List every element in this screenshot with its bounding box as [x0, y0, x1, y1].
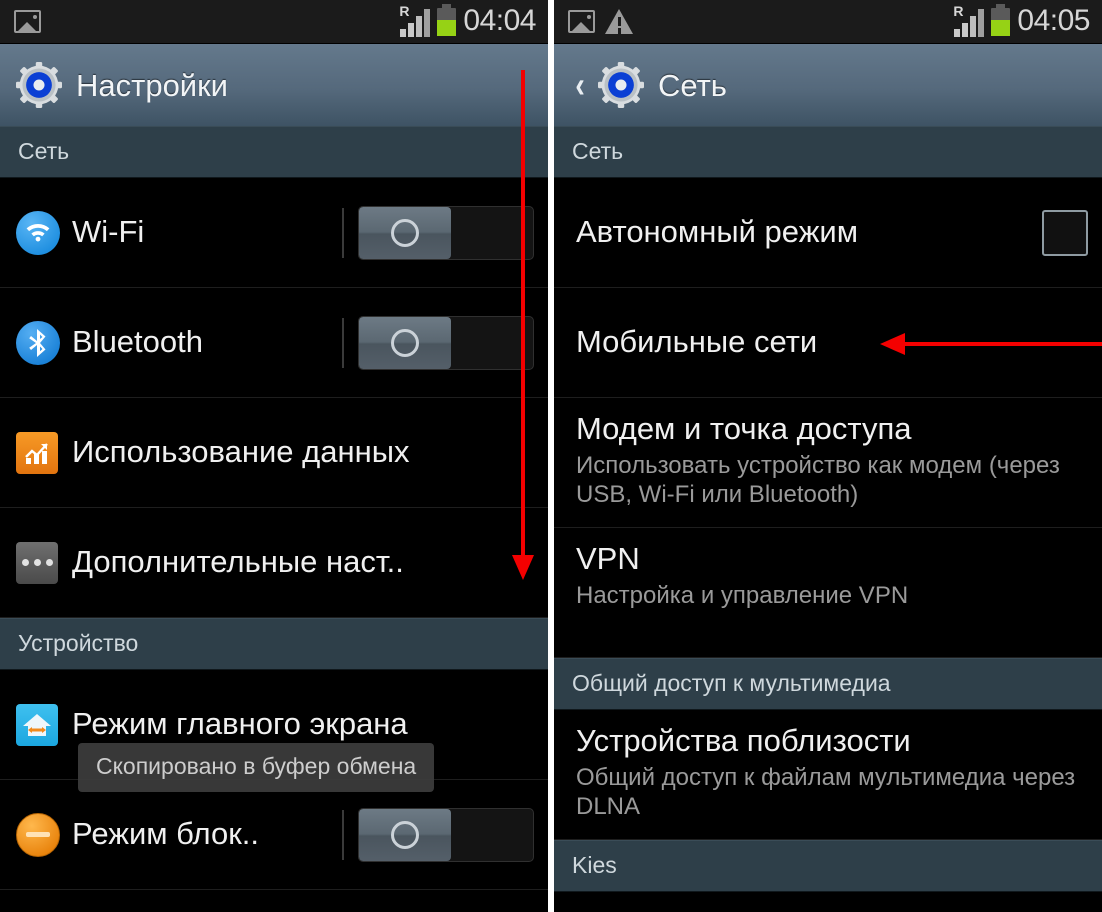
right-status-bar: R 04:05 — [554, 0, 1102, 44]
list-item-nearby-devices[interactable]: Устройства поблизости Общий доступ к фай… — [554, 710, 1102, 840]
bluetooth-icon — [16, 320, 60, 365]
more-settings-icon — [16, 541, 58, 584]
right-settings-list: Сеть Автономный режим Мобильные сети Мод… — [554, 126, 1102, 892]
toggle-switch[interactable] — [358, 205, 534, 260]
right-status-system-icons: R 04:05 — [953, 2, 1090, 38]
section-header-media-share: Общий доступ к мультимедиа — [554, 658, 1102, 710]
list-item-title: Модем и точка доступа — [576, 411, 912, 446]
settings-gear-icon — [16, 62, 62, 108]
image-icon — [14, 10, 41, 33]
image-icon — [568, 10, 595, 33]
roaming-label: R — [399, 2, 410, 19]
list-item-title: Использование данных — [72, 434, 410, 470]
left-status-bar: R 04:04 — [0, 0, 548, 44]
section-header-network: Сеть — [0, 126, 548, 178]
blocking-mode-toggle[interactable] — [342, 807, 534, 862]
status-clock: 04:05 — [1017, 3, 1090, 37]
list-item-data-usage[interactable]: Использование данных — [0, 398, 548, 508]
list-item-title: Режим главного экрана — [72, 706, 408, 742]
toggle-divider — [342, 317, 344, 368]
list-item-title: Bluetooth — [72, 324, 203, 360]
list-item-title: Автономный режим — [576, 214, 859, 250]
list-item-title: Wi-Fi — [72, 214, 145, 250]
back-chevron-icon[interactable]: ‹ — [575, 67, 585, 103]
blocking-mode-icon — [16, 812, 60, 857]
list-item-subtitle: Общий доступ к файлам мультимедиа через … — [576, 763, 1076, 820]
left-action-bar: Настройки — [0, 44, 548, 126]
toggle-divider — [342, 207, 344, 258]
warning-icon — [605, 9, 633, 34]
home-screen-icon — [16, 703, 58, 746]
status-clock: 04:04 — [463, 3, 536, 37]
settings-gear-icon — [598, 62, 644, 108]
battery-icon — [437, 3, 457, 36]
annotation-arrow-down — [512, 70, 534, 580]
signal-roaming-icon: R — [399, 2, 431, 37]
list-item-subtitle: Настройка и управление VPN — [576, 581, 909, 609]
left-status-system-icons: R 04:04 — [399, 2, 536, 38]
section-header-kies: Kies — [554, 840, 1102, 892]
dual-screenshot-stage: R 04:04 Настройки Сеть Wi-Fi Bluetooth И… — [0, 0, 1102, 912]
list-item-title: Режим блок.. — [72, 816, 260, 852]
left-phone-screen: R 04:04 Настройки Сеть Wi-Fi Bluetooth И… — [0, 0, 548, 912]
airplane-mode-checkbox[interactable] — [1042, 209, 1088, 256]
list-item-vpn[interactable]: VPN Настройка и управление VPN — [554, 528, 1102, 658]
list-item-blocking-mode[interactable]: Режим блок.. — [0, 780, 548, 890]
section-header-network: Сеть — [554, 126, 1102, 178]
toggle-switch[interactable] — [358, 315, 534, 370]
battery-icon — [991, 3, 1011, 36]
annotation-arrow-left — [880, 333, 1102, 355]
section-header-device: Устройство — [0, 618, 548, 670]
right-status-notification-icons — [568, 9, 633, 34]
list-item-wifi[interactable]: Wi-Fi — [0, 178, 548, 288]
toast-message: Скопировано в буфер обмена — [78, 743, 435, 792]
list-item-title: VPN — [576, 541, 640, 576]
bluetooth-toggle[interactable] — [342, 315, 534, 370]
list-item-subtitle: Использовать устройство как модем (через… — [576, 451, 1060, 508]
list-item-title: Устройства поблизости — [576, 723, 911, 758]
toggle-divider — [342, 809, 344, 860]
data-usage-icon — [16, 431, 58, 474]
right-phone-screen: R 04:05 ‹ Сеть Сеть Автономный режим Моб… — [554, 0, 1102, 912]
toggle-switch[interactable] — [358, 807, 534, 862]
right-action-bar: ‹ Сеть — [554, 44, 1102, 126]
signal-roaming-icon: R — [953, 2, 985, 37]
list-item-tethering[interactable]: Модем и точка доступа Использовать устро… — [554, 398, 1102, 528]
wifi-toggle[interactable] — [342, 205, 534, 260]
wifi-icon — [16, 210, 60, 255]
list-item-bluetooth[interactable]: Bluetooth — [0, 288, 548, 398]
left-status-notification-icons — [14, 10, 41, 33]
list-item-title: Дополнительные наст.. — [72, 544, 404, 580]
roaming-label: R — [953, 2, 964, 19]
list-item-more-settings[interactable]: Дополнительные наст.. — [0, 508, 548, 618]
list-item-airplane-mode[interactable]: Автономный режим — [554, 178, 1102, 288]
left-page-title: Настройки — [76, 67, 229, 103]
right-page-title: Сеть — [658, 67, 727, 103]
